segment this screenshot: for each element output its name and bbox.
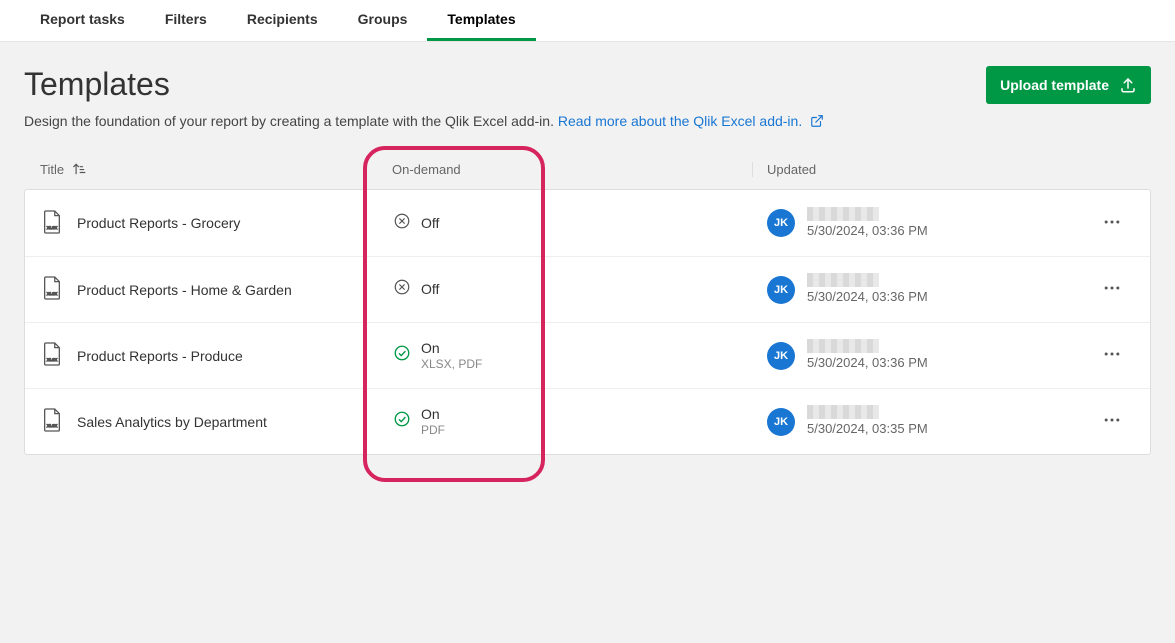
cell-title: XLSX Product Reports - Home & Garden [25, 275, 393, 304]
on-demand-status: On [421, 406, 445, 423]
page-title: Templates [24, 66, 170, 103]
updated-date: 5/30/2024, 03:36 PM [807, 289, 928, 305]
tab-filters[interactable]: Filters [145, 0, 227, 41]
column-header-updated-text: Updated [767, 162, 816, 177]
updated-date: 5/30/2024, 03:36 PM [807, 223, 928, 239]
updated-by-redacted [807, 273, 879, 287]
tab-groups[interactable]: Groups [338, 0, 428, 41]
cell-updated: JK 5/30/2024, 03:36 PM [753, 207, 1093, 239]
read-more-link[interactable]: Read more about the Qlik Excel add-in. [558, 113, 824, 129]
on-demand-status: Off [421, 215, 439, 232]
on-demand-status: Off [421, 281, 439, 298]
xlsx-file-icon: XLSX [41, 341, 63, 370]
updated-by-redacted [807, 339, 879, 353]
avatar: JK [767, 209, 795, 237]
cell-actions [1093, 338, 1150, 373]
tab-recipients[interactable]: Recipients [227, 0, 338, 41]
column-header-updated[interactable]: Updated [752, 162, 1092, 177]
xlsx-file-icon: XLSX [41, 407, 63, 436]
upload-icon [1119, 76, 1137, 94]
svg-text:XLSX: XLSX [47, 424, 57, 428]
svg-text:XLSX: XLSX [47, 226, 57, 230]
template-title: Sales Analytics by Department [77, 414, 267, 430]
templates-table: XLSX Product Reports - Grocery Off JK 5/30/2… [24, 189, 1151, 455]
more-horizontal-icon [1102, 418, 1122, 433]
tab-templates[interactable]: Templates [427, 0, 535, 41]
column-header-title-text: Title [40, 162, 64, 177]
more-actions-button[interactable] [1096, 272, 1128, 307]
template-title: Product Reports - Grocery [77, 215, 240, 231]
template-title: Product Reports - Home & Garden [77, 282, 292, 298]
xlsx-file-icon: XLSX [41, 209, 63, 238]
cell-on-demand: Off [393, 278, 753, 301]
avatar: JK [767, 276, 795, 304]
column-header-on-demand[interactable]: On-demand [392, 162, 752, 177]
cell-updated: JK 5/30/2024, 03:35 PM [753, 405, 1093, 437]
cell-actions [1093, 272, 1150, 307]
svg-text:XLSX: XLSX [47, 358, 57, 362]
on-demand-formats: XLSX, PDF [421, 357, 482, 371]
table-row[interactable]: XLSXSales Analytics by DepartmentOnPDFJK… [25, 388, 1150, 454]
sort-ascending-icon [72, 162, 86, 176]
on-demand-formats: PDF [421, 423, 445, 437]
cell-actions [1093, 404, 1150, 439]
updated-date: 5/30/2024, 03:35 PM [807, 421, 928, 437]
updated-by-redacted [807, 405, 879, 419]
more-actions-button[interactable] [1096, 338, 1128, 373]
cell-actions [1093, 206, 1150, 241]
updated-date: 5/30/2024, 03:36 PM [807, 355, 928, 371]
more-actions-button[interactable] [1096, 404, 1128, 439]
status-on-icon [393, 410, 411, 433]
cell-title: XLSX Sales Analytics by Department [25, 407, 393, 436]
table-row[interactable]: XLSX Product Reports - Home & Garden Off JK… [25, 256, 1150, 322]
status-on-icon [393, 344, 411, 367]
table-row[interactable]: XLSX Product Reports - Produce OnXLSX, PDF… [25, 322, 1150, 388]
xlsx-file-icon: XLSX [41, 275, 63, 304]
upload-template-button[interactable]: Upload template [986, 66, 1151, 104]
cell-on-demand: OnXLSX, PDF [393, 340, 753, 371]
cell-on-demand: Off [393, 212, 753, 235]
cell-title: XLSX Product Reports - Produce [25, 341, 393, 370]
table-row[interactable]: XLSX Product Reports - Grocery Off JK 5/30/2… [25, 190, 1150, 256]
avatar: JK [767, 408, 795, 436]
updated-by-redacted [807, 207, 879, 221]
status-off-icon [393, 278, 411, 301]
subtitle-text: Design the foundation of your report by … [24, 113, 558, 129]
cell-updated: JK 5/30/2024, 03:36 PM [753, 339, 1093, 371]
avatar: JK [767, 342, 795, 370]
cell-title: XLSX Product Reports - Grocery [25, 209, 393, 238]
more-horizontal-icon [1102, 352, 1122, 367]
tab-report-tasks[interactable]: Report tasks [20, 0, 145, 41]
status-off-icon [393, 212, 411, 235]
cell-updated: JK 5/30/2024, 03:36 PM [753, 273, 1093, 305]
read-more-link-text: Read more about the Qlik Excel add-in. [558, 113, 802, 129]
page-subtitle: Design the foundation of your report by … [24, 113, 1151, 131]
more-horizontal-icon [1102, 286, 1122, 301]
column-header-title[interactable]: Title [24, 162, 392, 177]
on-demand-status: On [421, 340, 482, 357]
external-link-icon [810, 114, 824, 131]
more-actions-button[interactable] [1096, 206, 1128, 241]
more-horizontal-icon [1102, 220, 1122, 235]
svg-text:XLSX: XLSX [47, 292, 57, 296]
template-title: Product Reports - Produce [77, 348, 243, 364]
column-header-on-demand-text: On-demand [392, 162, 461, 177]
table-header: Title On-demand Updated [24, 149, 1151, 189]
cell-on-demand: OnPDF [393, 406, 753, 437]
upload-template-label: Upload template [1000, 77, 1109, 93]
top-nav: Report tasksFiltersRecipientsGroupsTempl… [0, 0, 1175, 42]
